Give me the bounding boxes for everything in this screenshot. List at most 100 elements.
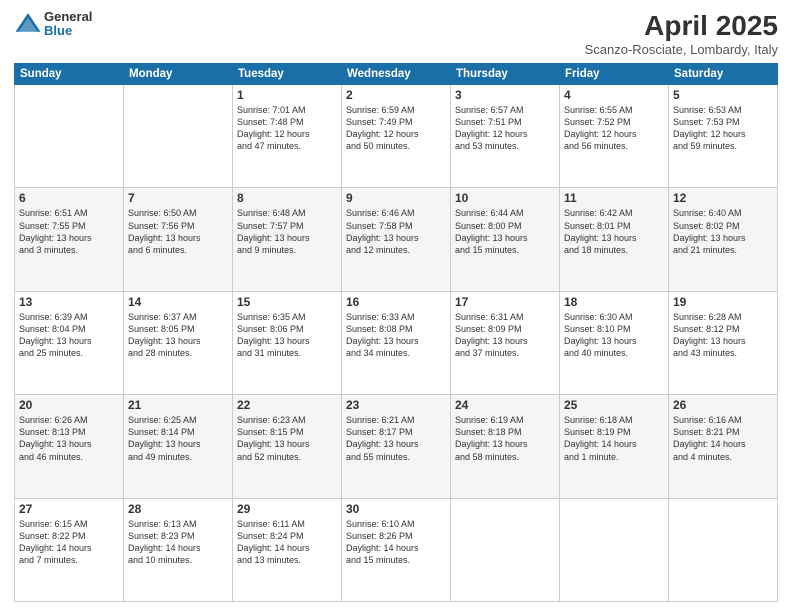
logo-general-text: General (44, 10, 92, 24)
day-info: Sunrise: 6:21 AM Sunset: 8:17 PM Dayligh… (346, 414, 446, 463)
day-number: 10 (455, 191, 555, 205)
calendar-cell: 7 Sunrise: 6:50 AM Sunset: 7:56 PM Daylig… (124, 188, 233, 291)
calendar-cell (560, 498, 669, 601)
calendar-cell: 27Sunrise: 6:15 AM Sunset: 8:22 PM Dayli… (15, 498, 124, 601)
calendar-cell: 21 Sunrise: 6:25 AM Sunset: 8:14 PM Dayli… (124, 395, 233, 498)
day-info: Sunrise: 6:23 AM Sunset: 8:15 PM Dayligh… (237, 414, 337, 463)
day-number: 19 (673, 295, 773, 309)
day-info: Sunrise: 6:30 AM Sunset: 8:10 PM Dayligh… (564, 311, 664, 360)
day-number: 15 (237, 295, 337, 309)
day-number: 16 (346, 295, 446, 309)
weekday-header-wednesday: Wednesday (342, 64, 451, 85)
logo-icon (14, 10, 42, 38)
calendar-cell: 23 Sunrise: 6:21 AM Sunset: 8:17 PM Dayli… (342, 395, 451, 498)
day-info: Sunrise: 6:25 AM Sunset: 8:14 PM Dayligh… (128, 414, 228, 463)
day-info: Sunrise: 6:31 AM Sunset: 8:09 PM Dayligh… (455, 311, 555, 360)
day-info: Sunrise: 6:51 AM Sunset: 7:55 PM Dayligh… (19, 207, 119, 256)
day-number: 21 (128, 398, 228, 412)
calendar-cell: 6 Sunrise: 6:51 AM Sunset: 7:55 PM Daylig… (15, 188, 124, 291)
day-number: 24 (455, 398, 555, 412)
day-number: 5 (673, 88, 773, 102)
day-number: 9 (346, 191, 446, 205)
calendar-cell: 11Sunrise: 6:42 AM Sunset: 8:01 PM Dayli… (560, 188, 669, 291)
calendar-cell: 16Sunrise: 6:33 AM Sunset: 8:08 PM Dayli… (342, 291, 451, 394)
day-info: Sunrise: 6:53 AM Sunset: 7:53 PM Dayligh… (673, 104, 773, 153)
day-number: 8 (237, 191, 337, 205)
day-number: 2 (346, 88, 446, 102)
logo-blue-text: Blue (44, 24, 92, 38)
calendar-cell: 19 Sunrise: 6:28 AM Sunset: 8:12 PM Dayli… (669, 291, 778, 394)
day-number: 13 (19, 295, 119, 309)
calendar-cell: 29 Sunrise: 6:11 AM Sunset: 8:24 PM Dayli… (233, 498, 342, 601)
weekday-header-thursday: Thursday (451, 64, 560, 85)
calendar-cell: 10 Sunrise: 6:44 AM Sunset: 8:00 PM Dayli… (451, 188, 560, 291)
day-info: Sunrise: 6:50 AM Sunset: 7:56 PM Dayligh… (128, 207, 228, 256)
day-number: 4 (564, 88, 664, 102)
day-number: 12 (673, 191, 773, 205)
calendar-cell: 24Sunrise: 6:19 AM Sunset: 8:18 PM Dayli… (451, 395, 560, 498)
calendar-cell: 22 Sunrise: 6:23 AM Sunset: 8:15 PM Dayli… (233, 395, 342, 498)
day-number: 6 (19, 191, 119, 205)
calendar-cell: 30Sunrise: 6:10 AM Sunset: 8:26 PM Dayli… (342, 498, 451, 601)
day-info: Sunrise: 6:39 AM Sunset: 8:04 PM Dayligh… (19, 311, 119, 360)
weekday-header-saturday: Saturday (669, 64, 778, 85)
day-info: Sunrise: 6:57 AM Sunset: 7:51 PM Dayligh… (455, 104, 555, 153)
day-number: 27 (19, 502, 119, 516)
calendar-cell: 26 Sunrise: 6:16 AM Sunset: 8:21 PM Dayli… (669, 395, 778, 498)
calendar-cell: 2 Sunrise: 6:59 AM Sunset: 7:49 PM Daylig… (342, 85, 451, 188)
day-info: Sunrise: 6:35 AM Sunset: 8:06 PM Dayligh… (237, 311, 337, 360)
day-number: 22 (237, 398, 337, 412)
weekday-header-monday: Monday (124, 64, 233, 85)
calendar-cell: 12 Sunrise: 6:40 AM Sunset: 8:02 PM Dayli… (669, 188, 778, 291)
weekday-header-tuesday: Tuesday (233, 64, 342, 85)
calendar-cell: 13 Sunrise: 6:39 AM Sunset: 8:04 PM Dayli… (15, 291, 124, 394)
day-info: Sunrise: 6:16 AM Sunset: 8:21 PM Dayligh… (673, 414, 773, 463)
calendar-week-4: 20 Sunrise: 6:26 AM Sunset: 8:13 PM Dayli… (15, 395, 778, 498)
calendar-cell: 3 Sunrise: 6:57 AM Sunset: 7:51 PM Daylig… (451, 85, 560, 188)
calendar-cell: 4 Sunrise: 6:55 AM Sunset: 7:52 PM Daylig… (560, 85, 669, 188)
day-number: 3 (455, 88, 555, 102)
calendar-cell: 18Sunrise: 6:30 AM Sunset: 8:10 PM Dayli… (560, 291, 669, 394)
day-info: Sunrise: 6:55 AM Sunset: 7:52 PM Dayligh… (564, 104, 664, 153)
calendar-cell: 15 Sunrise: 6:35 AM Sunset: 8:06 PM Dayli… (233, 291, 342, 394)
calendar-header-row: SundayMondayTuesdayWednesdayThursdayFrid… (15, 64, 778, 85)
calendar-cell: 25Sunrise: 6:18 AM Sunset: 8:19 PM Dayli… (560, 395, 669, 498)
weekday-header-friday: Friday (560, 64, 669, 85)
day-number: 30 (346, 502, 446, 516)
page-subtitle: Scanzo-Rosciate, Lombardy, Italy (585, 42, 778, 57)
day-info: Sunrise: 7:01 AM Sunset: 7:48 PM Dayligh… (237, 104, 337, 153)
day-info: Sunrise: 6:59 AM Sunset: 7:49 PM Dayligh… (346, 104, 446, 153)
calendar-cell (124, 85, 233, 188)
calendar-cell: 9Sunrise: 6:46 AM Sunset: 7:58 PM Daylig… (342, 188, 451, 291)
day-info: Sunrise: 6:37 AM Sunset: 8:05 PM Dayligh… (128, 311, 228, 360)
calendar-cell: 8 Sunrise: 6:48 AM Sunset: 7:57 PM Daylig… (233, 188, 342, 291)
page-title: April 2025 (585, 10, 778, 42)
day-number: 29 (237, 502, 337, 516)
day-number: 11 (564, 191, 664, 205)
calendar-week-2: 6 Sunrise: 6:51 AM Sunset: 7:55 PM Daylig… (15, 188, 778, 291)
calendar-cell: 17 Sunrise: 6:31 AM Sunset: 8:09 PM Dayli… (451, 291, 560, 394)
logo-text: General Blue (44, 10, 92, 39)
weekday-header-sunday: Sunday (15, 64, 124, 85)
day-number: 26 (673, 398, 773, 412)
day-info: Sunrise: 6:28 AM Sunset: 8:12 PM Dayligh… (673, 311, 773, 360)
calendar-cell (669, 498, 778, 601)
day-number: 7 (128, 191, 228, 205)
day-info: Sunrise: 6:26 AM Sunset: 8:13 PM Dayligh… (19, 414, 119, 463)
day-info: Sunrise: 6:48 AM Sunset: 7:57 PM Dayligh… (237, 207, 337, 256)
calendar-cell: 14Sunrise: 6:37 AM Sunset: 8:05 PM Dayli… (124, 291, 233, 394)
page: General Blue April 2025 Scanzo-Rosciate,… (0, 0, 792, 612)
day-info: Sunrise: 6:40 AM Sunset: 8:02 PM Dayligh… (673, 207, 773, 256)
day-number: 17 (455, 295, 555, 309)
day-info: Sunrise: 6:11 AM Sunset: 8:24 PM Dayligh… (237, 518, 337, 567)
day-number: 20 (19, 398, 119, 412)
calendar-cell (15, 85, 124, 188)
day-number: 25 (564, 398, 664, 412)
calendar-week-5: 27Sunrise: 6:15 AM Sunset: 8:22 PM Dayli… (15, 498, 778, 601)
calendar-cell (451, 498, 560, 601)
logo: General Blue (14, 10, 92, 39)
calendar-cell: 1Sunrise: 7:01 AM Sunset: 7:48 PM Daylig… (233, 85, 342, 188)
day-info: Sunrise: 6:44 AM Sunset: 8:00 PM Dayligh… (455, 207, 555, 256)
calendar-week-3: 13 Sunrise: 6:39 AM Sunset: 8:04 PM Dayli… (15, 291, 778, 394)
day-number: 23 (346, 398, 446, 412)
